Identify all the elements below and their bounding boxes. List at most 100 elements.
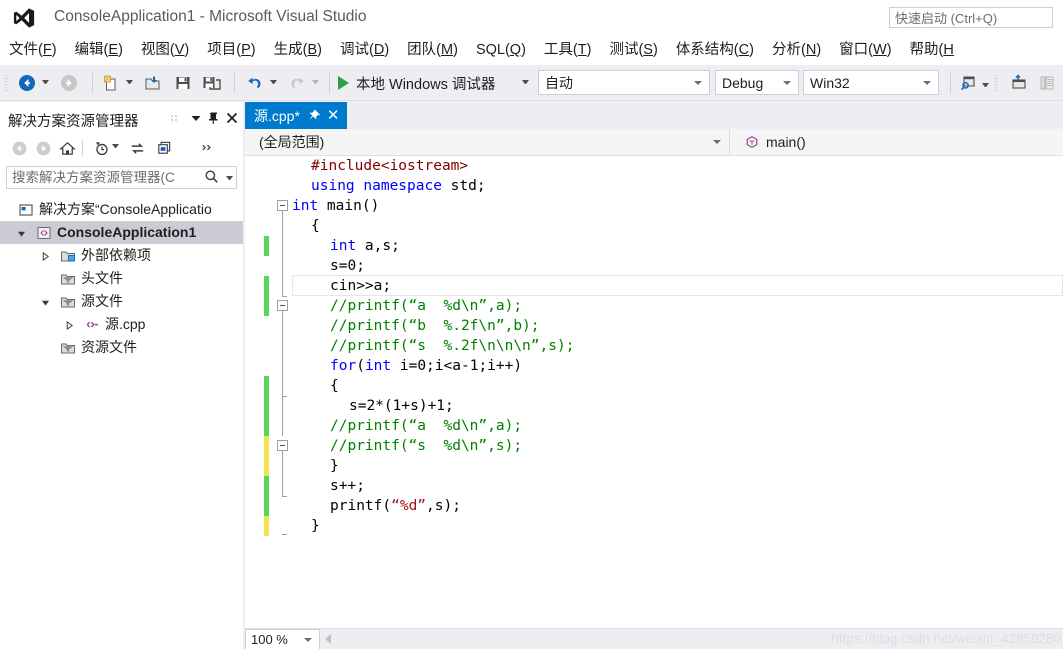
- menu-item-8[interactable]: 工具(T): [535, 36, 601, 64]
- fold-toggle-1[interactable]: [277, 300, 288, 311]
- back-icon: [12, 141, 26, 155]
- code-line-13: s=2*(1+s)+1;: [292, 396, 1063, 416]
- build-config-combo[interactable]: Debug: [715, 70, 799, 95]
- tree-item-6[interactable]: 资源文件: [0, 336, 243, 359]
- pin-window-button[interactable]: [206, 110, 222, 126]
- window-menu-dropdown[interactable]: [188, 110, 204, 126]
- se-collapse-all-button[interactable]: [152, 138, 174, 158]
- redo-dropdown[interactable]: [312, 80, 319, 86]
- expander-expanded-icon[interactable]: [41, 298, 50, 307]
- se-forward-button[interactable]: [32, 138, 54, 158]
- expander-expanded-icon[interactable]: [17, 229, 26, 238]
- code-token: #include: [311, 158, 381, 174]
- toolbar-separator-4: [950, 73, 951, 93]
- navigate-back-dropdown[interactable]: [42, 80, 49, 86]
- tree-item-4[interactable]: 源文件: [0, 290, 243, 313]
- chevron-down-icon: [191, 116, 201, 121]
- toolbar-separator: [92, 73, 93, 93]
- menu-item-5[interactable]: 调试(D): [331, 36, 398, 64]
- se-home-button[interactable]: [56, 138, 78, 158]
- code-line-10: //printf(“s %.2f\n\n\n”,s);: [292, 336, 1063, 356]
- menu-item-4[interactable]: 生成(B): [265, 36, 331, 64]
- undo-dropdown[interactable]: [270, 80, 277, 86]
- solution-config-combo[interactable]: 自动: [538, 70, 710, 95]
- new-item-dropdown[interactable]: [126, 80, 133, 86]
- menu-item-1[interactable]: 编辑(E): [66, 36, 132, 64]
- new-item-button[interactable]: [100, 71, 122, 95]
- open-file-button[interactable]: [142, 71, 164, 95]
- save-all-button[interactable]: [200, 71, 224, 95]
- tree-item-0[interactable]: 解决方案“ConsoleApplicatio: [0, 198, 243, 221]
- menu-item-13[interactable]: 帮助(H: [901, 36, 963, 64]
- menu-item-11[interactable]: 分析(N): [763, 36, 830, 64]
- code-token: int: [330, 238, 357, 254]
- undo-button[interactable]: [244, 71, 266, 95]
- menu-item-10[interactable]: 体系结构(C): [667, 36, 763, 64]
- redo-button[interactable]: [286, 71, 308, 95]
- se-back-button[interactable]: [8, 138, 30, 158]
- code-token: for: [330, 358, 357, 374]
- find-in-window-button[interactable]: [958, 71, 980, 95]
- tree-item-1[interactable]: ConsoleApplication1: [0, 221, 243, 244]
- save-button[interactable]: [172, 71, 194, 95]
- fold-toggle-0[interactable]: [277, 200, 288, 211]
- tree-item-5[interactable]: 源.cpp: [0, 313, 243, 336]
- toolbar-grip-2[interactable]: [994, 74, 998, 92]
- outlining-margin[interactable]: [274, 156, 292, 628]
- menu-item-3[interactable]: 项目(P): [198, 36, 264, 64]
- start-debug-button[interactable]: 本地 Windows 调试器: [338, 71, 495, 95]
- properties-window-button[interactable]: [1008, 71, 1030, 95]
- menu-item-0[interactable]: 文件(F): [0, 36, 66, 64]
- code-token: “%d”: [391, 498, 427, 514]
- platform-combo[interactable]: Win32: [803, 70, 939, 95]
- code-line-15: //printf(“s %d\n”,s);: [292, 436, 1063, 456]
- code-text[interactable]: #include<iostream> using namespace std; in…: [292, 156, 1063, 536]
- find-dropdown[interactable]: [982, 83, 989, 89]
- scroll-left-icon[interactable]: [325, 634, 331, 644]
- navigate-forward-button[interactable]: [58, 71, 80, 95]
- code-token: std;: [441, 178, 486, 194]
- expander-collapsed-icon[interactable]: [65, 321, 74, 330]
- member-combo[interactable]: main(): [731, 129, 1063, 155]
- menu-item-12[interactable]: 窗口(W): [830, 36, 900, 64]
- collapse-all-icon: [157, 141, 170, 154]
- pending-changes-dropdown[interactable]: [112, 144, 119, 150]
- tree-item-2[interactable]: 外部依赖项: [0, 244, 243, 267]
- se-pending-changes-button[interactable]: [90, 138, 112, 158]
- toolbox-button[interactable]: [1036, 71, 1058, 95]
- menu-item-2[interactable]: 视图(V): [132, 36, 198, 64]
- toolbar-grip[interactable]: [4, 74, 8, 92]
- pin-icon[interactable]: [308, 109, 321, 122]
- chevron-down-icon: [783, 81, 791, 85]
- se-overflow-button[interactable]: [196, 138, 218, 158]
- close-window-button[interactable]: [224, 110, 240, 126]
- navigate-back-button[interactable]: [16, 71, 38, 95]
- close-icon[interactable]: ✕: [327, 108, 340, 123]
- filter-folder-icon: [61, 343, 75, 354]
- fold-toggle-2[interactable]: [277, 440, 288, 451]
- menu-accelerator: S: [643, 42, 653, 58]
- search-options-dropdown[interactable]: [226, 176, 233, 182]
- menu-item-7[interactable]: SQL(Q): [467, 36, 535, 64]
- quick-launch-input[interactable]: 快速启动 (Ctrl+Q): [889, 7, 1053, 28]
- menu-accelerator: B: [307, 42, 318, 58]
- menu-item-6[interactable]: 团队(M): [398, 36, 467, 64]
- search-button[interactable]: [200, 166, 222, 186]
- tree-item-3[interactable]: 头文件: [0, 267, 243, 290]
- tab-source-cpp[interactable]: 源.cpp* ✕: [245, 102, 347, 129]
- debug-target-dropdown[interactable]: [522, 80, 529, 86]
- zoom-level-value: 100 %: [251, 632, 288, 647]
- pin-icon: [209, 112, 218, 124]
- code-token: <iostream>: [380, 158, 469, 174]
- scope-combo[interactable]: (全局范围): [245, 129, 730, 155]
- expander-collapsed-icon[interactable]: [41, 252, 50, 261]
- zoom-level-combo[interactable]: 100 %: [245, 629, 320, 649]
- visual-studio-window: ConsoleApplication1 - Microsoft Visual S…: [0, 0, 1063, 649]
- solution-explorer-grip: [168, 110, 184, 126]
- se-sync-button[interactable]: [126, 138, 148, 158]
- code-line-6: s=0;: [292, 256, 1063, 276]
- code-token: ,s);: [426, 498, 461, 514]
- menu-item-9[interactable]: 测试(S): [600, 36, 666, 64]
- code-editor[interactable]: #include<iostream> using namespace std; in…: [245, 156, 1063, 628]
- code-token: {: [330, 378, 339, 394]
